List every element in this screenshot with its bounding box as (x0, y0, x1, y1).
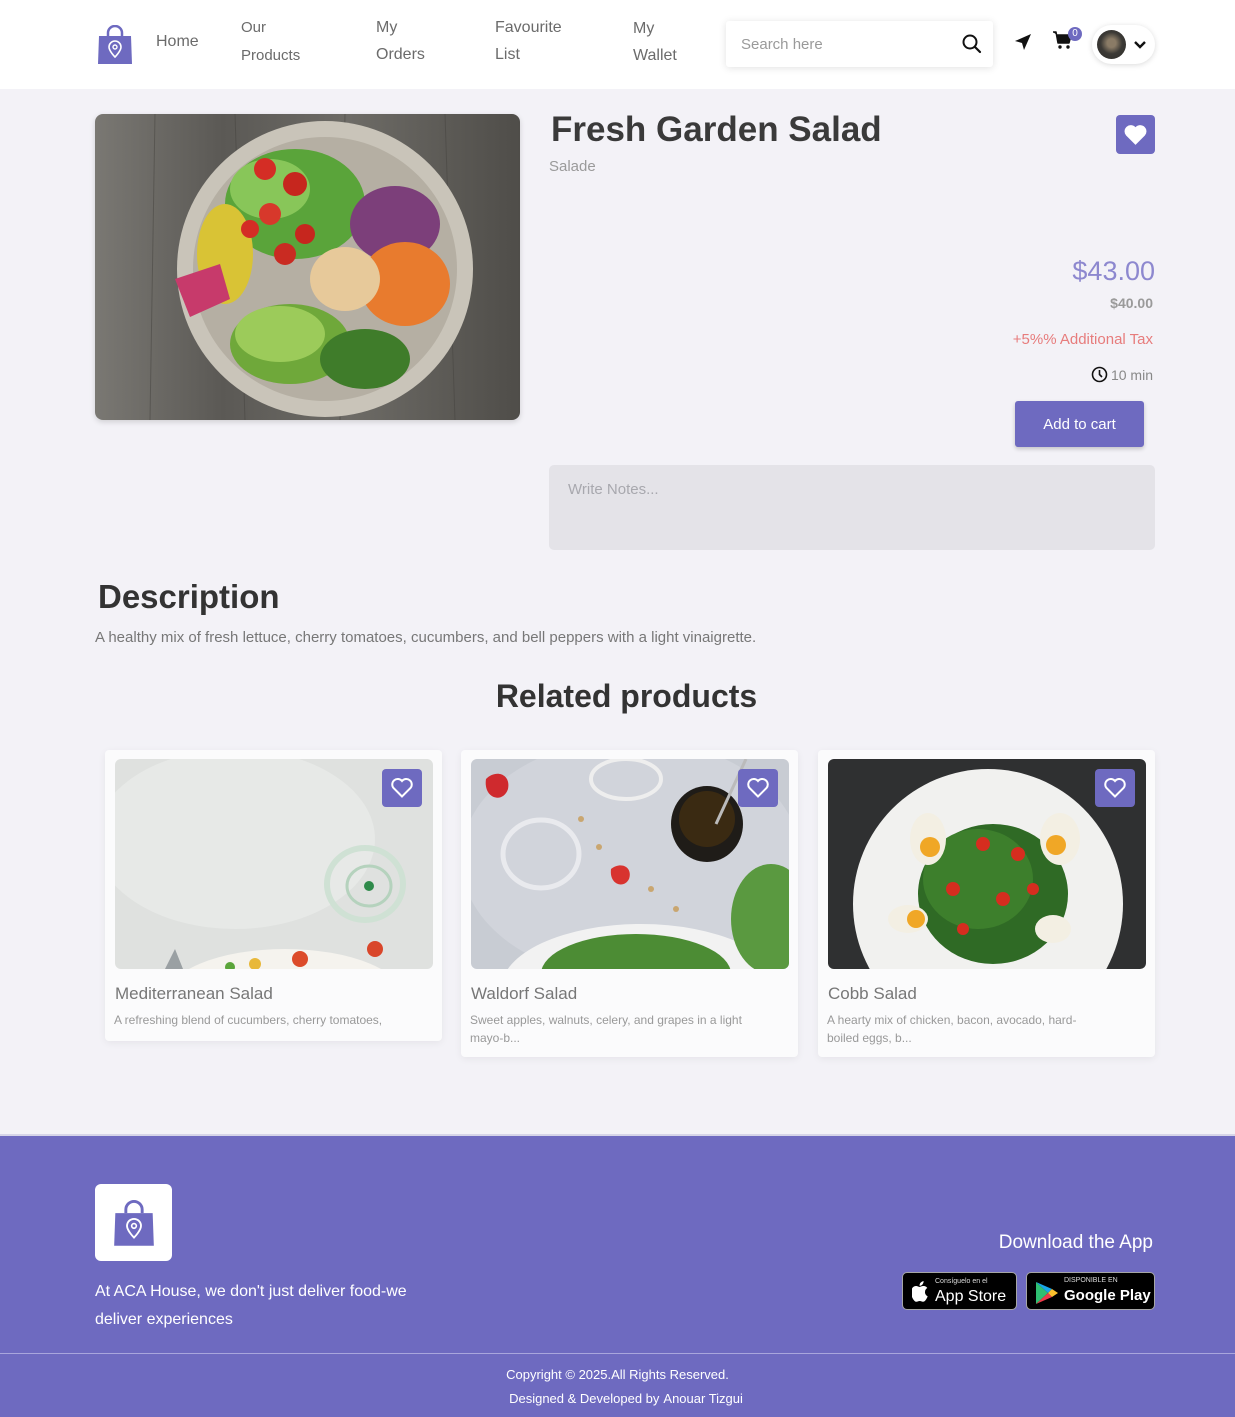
google-play-small-text: DISPONIBLE EN (1064, 1277, 1118, 1284)
heart-outline-icon (1104, 778, 1126, 798)
app-store-button[interactable]: Consíguelo en el App Store (902, 1272, 1017, 1310)
heart-icon (1124, 125, 1147, 145)
product-card-name: Mediterranean Salad (115, 984, 273, 1003)
related-products-heading: Related products (495, 678, 758, 714)
nav-home[interactable]: Home (156, 28, 199, 55)
footer: At ACA House, we don't just deliver food… (0, 1134, 1235, 1417)
cart-count-badge: 0 (1068, 27, 1082, 41)
nav-favourite-list-line1: Favourite (495, 19, 562, 36)
prep-time: 10 min (1091, 366, 1153, 383)
favourite-button[interactable] (1116, 115, 1155, 154)
add-to-cart-button[interactable]: Add to cart (1015, 401, 1144, 447)
footer-tagline: At ACA House, we don't just deliver food… (95, 1283, 407, 1328)
nav-favourite-list-line2: List (495, 46, 520, 63)
google-play-icon (1036, 1282, 1058, 1304)
navbar: Home Our Products My Orders Favourite Li… (0, 0, 1235, 89)
credits: Designed & Developed by Anouar Tizgui (0, 1391, 1235, 1406)
author-link[interactable]: Anouar Tizgui (663, 1391, 743, 1406)
notes-input[interactable] (549, 465, 1155, 550)
logo-icon[interactable] (97, 25, 133, 64)
user-menu[interactable] (1092, 25, 1155, 64)
download-app-heading: Download the App (998, 1232, 1153, 1253)
search-box (726, 21, 993, 67)
product-card-name: Waldorf Salad (471, 984, 578, 1003)
apple-icon (912, 1281, 928, 1302)
product-card-name: Cobb Salad (828, 984, 917, 1003)
app-store-small-text: Consíguelo en el (935, 1278, 988, 1285)
product-card[interactable]: Cobb Salad A hearty mix of chicken, baco… (818, 750, 1155, 1057)
logo-icon (114, 1200, 154, 1246)
product-old-price: $40.00 (1110, 295, 1153, 311)
product-card[interactable]: Mediterranean Salad A refreshing blend o… (105, 750, 442, 1041)
app-store-label: App Store (935, 1288, 1007, 1305)
nav-my-orders[interactable]: My Orders (376, 14, 425, 68)
credits-label: Designed & Developed by (509, 1391, 660, 1406)
footer-logo[interactable] (95, 1184, 172, 1261)
google-play-button[interactable]: DISPONIBLE EN Google Play (1026, 1272, 1155, 1310)
footer-divider (0, 1353, 1235, 1354)
google-play-label: Google Play (1064, 1287, 1151, 1304)
cart-button[interactable]: 0 (1052, 27, 1082, 54)
product-card-description: A hearty mix of chicken, bacon, avocado,… (827, 1013, 1077, 1045)
nav-my-orders-line2: Orders (376, 46, 425, 63)
heart-outline-icon (391, 778, 413, 798)
product-title: Fresh Garden Salad (551, 110, 882, 149)
prep-time-value: 10 min (1110, 366, 1153, 383)
product-card-description: Sweet apples, walnuts, celery, and grape… (470, 1013, 742, 1045)
product-card[interactable]: Waldorf Salad Sweet apples, walnuts, cel… (461, 750, 798, 1057)
nav-our-products-line1: Our (241, 19, 267, 36)
clock-icon (1091, 366, 1108, 383)
product-card-description: A refreshing blend of cucumbers, cherry … (114, 1013, 383, 1027)
nav-our-products-line2: Products (241, 47, 301, 64)
nav-our-products[interactable]: Our Products (241, 14, 300, 70)
chevron-down-icon (1134, 41, 1146, 49)
product-price: $43.00 (1072, 256, 1155, 286)
description-heading: Description (98, 578, 280, 615)
search-input[interactable] (726, 21, 956, 67)
search-icon[interactable] (961, 33, 983, 55)
product-image (95, 114, 520, 420)
nav-my-orders-line1: My (376, 19, 398, 36)
avatar (1097, 30, 1126, 59)
copyright-text: Copyright © 2025.All Rights Reserved. (506, 1367, 729, 1382)
favourite-button[interactable] (382, 769, 422, 807)
description-text: A healthy mix of fresh lettuce, cherry t… (95, 629, 757, 646)
product-category: Salade (549, 158, 596, 175)
additional-tax: +5%% Additional Tax (1012, 331, 1153, 348)
nav-my-wallet[interactable]: My Wallet (633, 15, 677, 69)
nav-my-wallet-line2: Wallet (633, 47, 677, 64)
nav-my-wallet-line1: My (633, 20, 655, 37)
location-arrow-icon[interactable] (1013, 32, 1033, 52)
favourite-button[interactable] (738, 769, 778, 807)
heart-outline-icon (747, 778, 769, 798)
favourite-button[interactable] (1095, 769, 1135, 807)
nav-favourite-list[interactable]: Favourite List (495, 14, 562, 68)
